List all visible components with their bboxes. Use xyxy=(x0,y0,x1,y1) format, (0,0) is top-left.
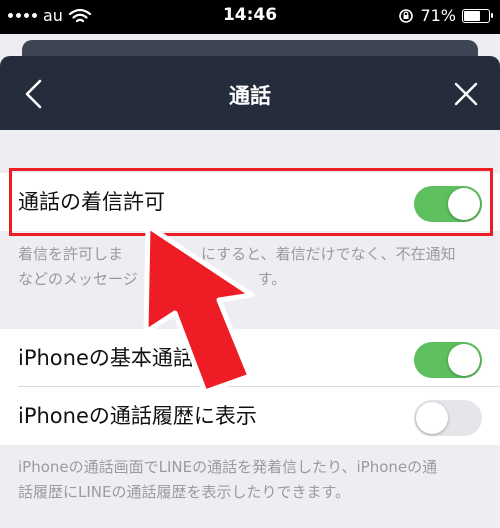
description-text: 話履歴にLINEの通話履歴を表示したりできます。 xyxy=(18,483,350,501)
rotation-lock-icon xyxy=(399,8,414,23)
iphone-settings-description: iPhoneの通話画面でLINEの通話を発着信したり、iPhoneの通 話履歴にL… xyxy=(18,455,482,505)
page-title: 通話 xyxy=(229,84,271,108)
description-text: 着信を許可しま xyxy=(18,245,124,263)
status-right: 71% xyxy=(398,6,493,25)
close-icon xyxy=(454,82,478,106)
call-permission-group: 通話の着信許可 xyxy=(0,173,500,231)
toggle-knob xyxy=(448,188,480,220)
battery-fill xyxy=(464,10,480,21)
iphone-basic-call-toggle[interactable] xyxy=(414,342,482,378)
toggle-knob xyxy=(448,344,480,376)
description-text: などのメッセージ xyxy=(18,270,138,288)
iphone-settings-group: iPhoneの基本通話 iPhoneの通話履歴に表示 xyxy=(0,329,500,445)
call-permission-label: 通話の着信許可 xyxy=(18,190,165,214)
battery-icon xyxy=(462,8,493,23)
toggle-knob xyxy=(416,402,448,434)
description-text: にすると、着信だけでなく、不在通知 xyxy=(201,245,456,263)
status-bar: au 14:46 71% xyxy=(0,0,500,34)
iphone-basic-call-label: iPhoneの基本通話 xyxy=(18,346,194,370)
iphone-call-history-label: iPhoneの通話履歴に表示 xyxy=(18,404,257,428)
settings-row-iphone-basic-call: iPhoneの基本通話 xyxy=(0,329,500,387)
close-button[interactable] xyxy=(446,74,486,114)
settings-row-iphone-call-history: iPhoneの通話履歴に表示 xyxy=(0,387,500,445)
description-text: iPhoneの通話画面でLINEの通話を発着信したり、iPhoneの通 xyxy=(18,458,438,476)
settings-row-call-permission: 通話の着信許可 xyxy=(0,173,500,231)
chevron-left-icon xyxy=(25,79,42,109)
call-permission-description: 着信を許可しま にすると、着信だけでなく、不在通知などのメッセージ す。 xyxy=(18,242,482,292)
iphone-call-history-toggle[interactable] xyxy=(414,400,482,436)
battery-percent: 71% xyxy=(420,6,456,25)
nav-header: 通話 xyxy=(0,56,500,130)
description-text: す。 xyxy=(257,270,287,288)
call-permission-toggle[interactable] xyxy=(414,186,482,222)
back-button[interactable] xyxy=(14,74,54,114)
